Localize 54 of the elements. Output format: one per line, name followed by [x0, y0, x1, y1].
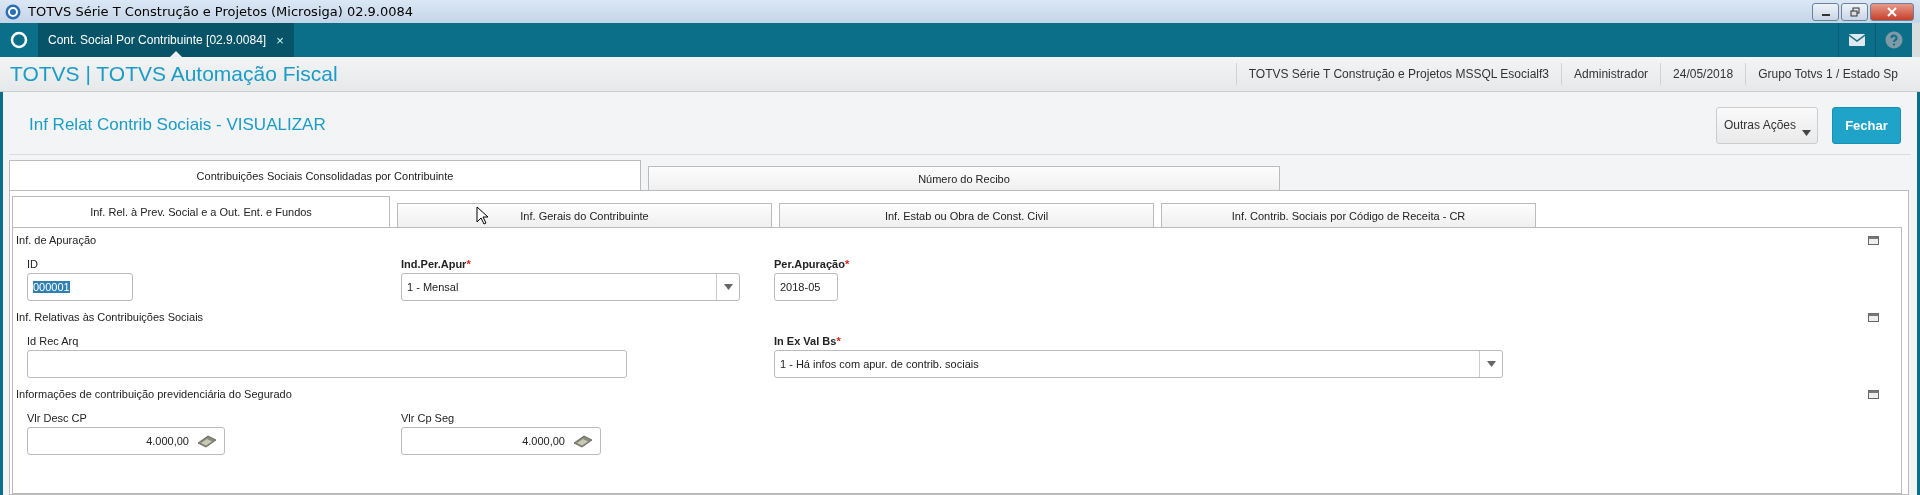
minimize-icon — [1821, 13, 1830, 16]
field-label: Vlr Cp Seg — [401, 412, 456, 424]
field-label: ID — [27, 258, 39, 270]
close-icon — [1886, 6, 1898, 17]
window-title: TOTVS Série T Construção e Projetos (Microsiga) 02.9.0084 — [28, 4, 414, 19]
close-button[interactable] — [1870, 2, 1914, 21]
dropdown-arrow-icon — [723, 284, 733, 290]
header-info: Administrador — [1561, 63, 1661, 85]
help-icon — [1885, 31, 1903, 49]
tab-close-button[interactable]: × — [276, 32, 284, 48]
field-label: Per.Apuração* — [774, 258, 851, 270]
mail-icon — [1849, 34, 1865, 46]
dropdown-field[interactable]: 1 - Há infos com apur. de contrib. sociais — [774, 350, 1503, 378]
dropdown-arrow-icon — [1486, 361, 1496, 367]
app-tab[interactable]: Cont. Social Por Contribuinte [02.9.0084] × — [38, 23, 294, 57]
totvs-logo-icon — [10, 31, 28, 49]
header-info: 24/05/2018 — [1660, 63, 1746, 85]
mouse-pointer-icon — [476, 206, 488, 225]
minimize-button[interactable] — [1812, 2, 1839, 21]
tab[interactable]: Inf. Contrib. Sociais por Código de Receita - CR — [1161, 203, 1536, 227]
field-label: Id Rec Arq — [27, 335, 80, 347]
header-info: Grupo Totvs 1 / Estado Sp — [1745, 63, 1910, 85]
page-title: Inf Relat Contrib Sociais - VISUALIZAR — [29, 115, 326, 135]
text-field[interactable]: 000001 — [27, 273, 133, 301]
tab[interactable]: Número do Recibo — [648, 166, 1280, 190]
section-title: Inf. de Apuração — [16, 234, 97, 246]
restore-icon — [1848, 6, 1861, 17]
scrollbar[interactable] — [1912, 23, 1920, 57]
collapse-icon[interactable] — [1868, 312, 1879, 322]
header-info: TOTVS Série T Construção e Projetos MSSQL Esocialf3 — [1235, 63, 1562, 85]
text-field[interactable]: 2018-05 — [774, 273, 838, 301]
collapse-icon[interactable] — [1868, 235, 1879, 245]
calculator-icon[interactable] — [573, 434, 593, 448]
field-label: Ind.Per.Apur* — [401, 258, 472, 270]
other-actions-button[interactable]: Outras Ações — [1716, 106, 1818, 144]
tab[interactable]: Contribuições Sociais Consolidadas por Contribuinte — [9, 160, 641, 190]
tab[interactable]: Inf. Estab ou Obra de Const. Civil — [779, 203, 1154, 227]
field-label: In Ex Val Bs* — [774, 335, 842, 347]
currency-field[interactable]: 4.000,00 — [27, 427, 225, 455]
section-title: Inf. Relativas às Contribuições Sociais — [16, 311, 204, 323]
app-tab-label: Cont. Social Por Contribuinte [02.9.0084] — [48, 33, 267, 47]
calculator-icon[interactable] — [197, 434, 217, 448]
caret-icon — [1802, 129, 1811, 136]
field-label: Vlr Desc CP — [27, 412, 88, 424]
restore-button[interactable] — [1841, 2, 1868, 21]
currency-field[interactable]: 4.000,00 — [401, 427, 601, 455]
tab[interactable]: Inf. Gerais do Contribuinte — [397, 203, 772, 227]
app-logo-icon — [5, 3, 21, 20]
collapse-icon[interactable] — [1868, 389, 1879, 399]
section-title: Informações de contribuição previdenciária do Segurado — [16, 388, 292, 400]
app-brand: TOTVS | TOTVS Automação Fiscal — [10, 62, 338, 86]
tab[interactable]: Inf. Rel. à Prev. Social e a Out. Ent. e Fundos — [12, 196, 390, 227]
dropdown-field[interactable]: 1 - Mensal — [401, 273, 740, 301]
text-field[interactable] — [27, 350, 627, 378]
